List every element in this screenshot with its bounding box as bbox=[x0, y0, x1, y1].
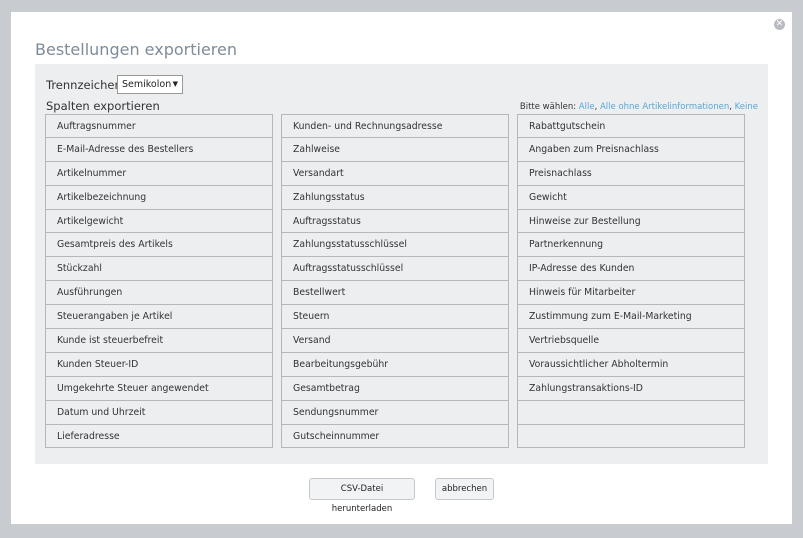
export-column-option[interactable]: Zahlungsstatusschlüssel bbox=[281, 233, 509, 258]
column-list-3: Rabattgutschein Angaben zum Preisnachlass… bbox=[517, 114, 745, 449]
select-no-article-link[interactable]: Alle ohne Artikelinformationen bbox=[600, 102, 729, 112]
export-column-option[interactable]: Sendungsnummer bbox=[281, 400, 509, 425]
export-column-option[interactable]: Lieferadresse bbox=[45, 424, 273, 449]
column-list-1: Auftragsnummer E-Mail-Adresse des Bestell… bbox=[45, 114, 273, 449]
export-column-option[interactable]: Umgekehrte Steuer angewendet bbox=[45, 376, 273, 401]
export-column-option[interactable]: Kunden- und Rechnungsadresse bbox=[281, 114, 509, 138]
select-none-link[interactable]: Keine bbox=[735, 102, 758, 112]
export-column-option[interactable]: Versand bbox=[281, 329, 509, 353]
cancel-button[interactable]: abbrechen bbox=[435, 478, 494, 500]
export-column-option[interactable]: Steuern bbox=[281, 305, 509, 330]
export-column-option[interactable]: Datum und Uhrzeit bbox=[45, 400, 273, 425]
export-dialog: ✕ Bestellungen exportieren Trennzeichen … bbox=[11, 12, 792, 524]
export-column-option[interactable]: Preisnachlass bbox=[517, 161, 745, 186]
dialog-title: Bestellungen exportieren bbox=[35, 40, 237, 59]
export-column-option[interactable]: Gewicht bbox=[517, 185, 745, 210]
export-column-option[interactable]: Kunden Steuer-ID bbox=[45, 352, 273, 377]
export-column-option[interactable] bbox=[517, 424, 745, 449]
separator-select[interactable]: Semikolon ▼ bbox=[117, 75, 183, 94]
export-column-option[interactable]: Zustimmung zum E-Mail-Marketing bbox=[517, 305, 745, 330]
export-column-option[interactable]: IP-Adresse des Kunden bbox=[517, 257, 745, 282]
separator-label: Trennzeichen bbox=[46, 78, 122, 92]
export-column-option[interactable] bbox=[517, 400, 745, 425]
export-column-option[interactable]: Rabattgutschein bbox=[517, 114, 745, 138]
export-column-option[interactable]: E-Mail-Adresse des Bestellers bbox=[45, 137, 273, 162]
column-list-2: Kunden- und Rechnungsadresse Zahlweise Ver… bbox=[281, 114, 509, 449]
export-column-option[interactable]: Artikelbezeichnung bbox=[45, 185, 273, 210]
export-column-option[interactable]: Angaben zum Preisnachlass bbox=[517, 137, 745, 162]
export-column-option[interactable]: Zahlweise bbox=[281, 137, 509, 162]
export-column-option[interactable]: Stückzahl bbox=[45, 257, 273, 282]
dropdown-arrow-icon: ▼ bbox=[172, 80, 178, 88]
export-column-option[interactable]: Gutscheinnummer bbox=[281, 424, 509, 449]
export-column-option[interactable]: Steuerangaben je Artikel bbox=[45, 305, 273, 330]
export-column-option[interactable]: Hinweis für Mitarbeiter bbox=[517, 281, 745, 306]
export-column-option[interactable]: Versandart bbox=[281, 161, 509, 186]
export-column-option[interactable]: Auftragsstatusschlüssel bbox=[281, 257, 509, 282]
export-column-option[interactable]: Bearbeitungsgebühr bbox=[281, 352, 509, 377]
close-icon[interactable]: ✕ bbox=[774, 19, 785, 30]
export-column-option[interactable]: Gesamtpreis des Artikels bbox=[45, 233, 273, 258]
columns-label: Spalten exportieren bbox=[46, 99, 160, 113]
select-all-link[interactable]: Alle bbox=[579, 102, 595, 112]
export-column-option[interactable]: Auftragsstatus bbox=[281, 209, 509, 234]
export-column-option[interactable]: Kunde ist steuerbefreit bbox=[45, 329, 273, 353]
export-column-option[interactable]: Artikelgewicht bbox=[45, 209, 273, 234]
column-selection-shortcuts: Bitte wählen: Alle, Alle ohne Artikelinf… bbox=[519, 102, 758, 112]
export-panel: Trennzeichen Semikolon ▼ Spalten exporti… bbox=[35, 64, 768, 464]
export-column-option[interactable]: Ausführungen bbox=[45, 281, 273, 306]
export-column-option[interactable]: Artikelnummer bbox=[45, 161, 273, 186]
export-column-option[interactable]: Hinweise zur Bestellung bbox=[517, 209, 745, 234]
export-column-option[interactable]: Zahlungstransaktions-ID bbox=[517, 376, 745, 401]
export-column-option[interactable]: Zahlungsstatus bbox=[281, 185, 509, 210]
choose-label: Bitte wählen: bbox=[519, 102, 577, 112]
export-column-option[interactable]: Vertriebsquelle bbox=[517, 329, 745, 353]
export-column-option[interactable]: Bestellwert bbox=[281, 281, 509, 306]
export-column-option[interactable]: Partnerkennung bbox=[517, 233, 745, 258]
export-column-option[interactable]: Auftragsnummer bbox=[45, 114, 273, 138]
export-column-option[interactable]: Voraussichtlicher Abholtermin bbox=[517, 352, 745, 377]
csv-download-button[interactable]: CSV-Datei herunterladen bbox=[309, 478, 415, 514]
separator-selected-value: Semikolon bbox=[122, 79, 172, 90]
export-column-option[interactable]: Gesamtbetrag bbox=[281, 376, 509, 401]
